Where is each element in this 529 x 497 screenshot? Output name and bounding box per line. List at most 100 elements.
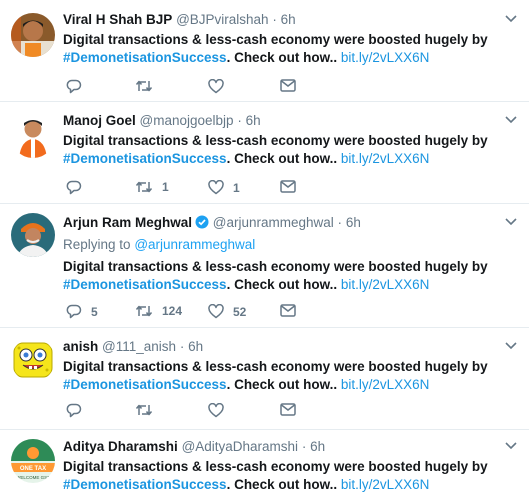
replying-to-label: Replying to xyxy=(63,237,131,252)
retweet-action[interactable]: 1 xyxy=(135,180,169,194)
reply-action[interactable] xyxy=(66,403,91,418)
retweet-icon[interactable] xyxy=(135,79,153,93)
reply-icon[interactable] xyxy=(66,304,82,319)
tweet[interactable]: Viral H Shah BJP @BJPviralshah · 6h Digi… xyxy=(0,0,529,102)
avatar[interactable] xyxy=(11,114,55,158)
tweet[interactable]: Arjun Ram Meghwal @arjunrammeghwal · 6h … xyxy=(0,204,529,328)
tweet-text-body: Digital transactions & less-cash economy… xyxy=(63,133,488,148)
retweet-action[interactable] xyxy=(135,403,162,417)
display-name[interactable]: Viral H Shah BJP xyxy=(63,12,172,27)
chevron-down-icon[interactable] xyxy=(505,116,517,124)
chevron-down-icon[interactable] xyxy=(505,342,517,350)
replying-to-handle[interactable]: @arjunrammeghwal xyxy=(134,237,255,252)
avatar[interactable]: ONE TAX WELCOME GST xyxy=(11,439,55,483)
message-action[interactable] xyxy=(280,79,296,92)
retweet-icon[interactable] xyxy=(135,403,153,417)
tweet[interactable]: Manoj Goel @manojgoelbjp · 6h Digital tr… xyxy=(0,102,529,204)
tweet-url-link[interactable]: bit.ly/2vLXX6N xyxy=(341,277,430,292)
tweet-text-tail: . Check out how.. xyxy=(226,377,338,392)
avatar-caption: ONE TAX xyxy=(20,466,46,472)
tweet-actions xyxy=(63,403,323,421)
message-action[interactable] xyxy=(280,403,296,416)
display-name[interactable]: anish xyxy=(63,339,98,354)
tweet-url-link[interactable]: bit.ly/2vLXX6N xyxy=(341,477,430,492)
tweet-actions xyxy=(63,79,323,97)
tweet-header: Manoj Goel @manojgoelbjp · 6h xyxy=(63,112,501,130)
tweet-url-link[interactable]: bit.ly/2vLXX6N xyxy=(341,50,430,65)
timestamp[interactable]: 6h xyxy=(188,339,203,354)
heart-icon[interactable] xyxy=(208,304,224,319)
retweet-action[interactable]: 124 xyxy=(135,304,182,318)
tweet-text-tail: . Check out how.. xyxy=(226,277,338,292)
message-action[interactable] xyxy=(280,180,296,193)
message-action[interactable] xyxy=(280,304,296,317)
hashtag-link[interactable]: #DemonetisationSuccess xyxy=(63,151,227,166)
separator-dot: · xyxy=(301,439,307,454)
tweet-url-link[interactable]: bit.ly/2vLXX6N xyxy=(341,151,430,166)
envelope-icon[interactable] xyxy=(280,403,296,416)
chevron-down-icon[interactable] xyxy=(505,15,517,23)
avatar[interactable] xyxy=(11,338,55,382)
username[interactable]: @arjunrammeghwal xyxy=(213,215,334,230)
heart-icon[interactable] xyxy=(208,403,224,418)
display-name[interactable]: Aditya Dharamshi xyxy=(63,439,178,454)
timestamp[interactable]: 6h xyxy=(281,12,296,27)
display-name[interactable]: Manoj Goel xyxy=(63,113,136,128)
separator-dot: · xyxy=(237,113,242,128)
tweet-header: Arjun Ram Meghwal @arjunrammeghwal · 6h xyxy=(63,214,501,232)
tweet-text-body: Digital transactions & less-cash economy… xyxy=(63,32,488,47)
envelope-icon[interactable] xyxy=(280,79,296,92)
hashtag-link[interactable]: #DemonetisationSuccess xyxy=(63,277,227,292)
like-action[interactable]: 1 xyxy=(208,180,240,195)
timestamp[interactable]: 6h xyxy=(310,439,325,454)
tweet-header: anish @111_anish · 6h xyxy=(63,338,501,356)
hashtag-link[interactable]: #DemonetisationSuccess xyxy=(63,50,227,65)
heart-icon[interactable] xyxy=(208,180,224,195)
tweet-text-body: Digital transactions & less-cash economy… xyxy=(63,459,488,474)
reply-icon[interactable] xyxy=(66,79,82,94)
like-action[interactable] xyxy=(208,403,233,418)
reply-action[interactable] xyxy=(66,79,91,94)
separator-dot: · xyxy=(337,215,343,230)
display-name[interactable]: Arjun Ram Meghwal xyxy=(63,215,192,230)
tweet-actions: 5 124 52 xyxy=(63,304,323,322)
retweet-action[interactable] xyxy=(135,79,162,93)
retweet-icon[interactable] xyxy=(135,180,153,194)
reply-icon[interactable] xyxy=(66,180,82,195)
tweet-url-link[interactable]: bit.ly/2vLXX6N xyxy=(341,377,430,392)
envelope-icon[interactable] xyxy=(280,180,296,193)
separator-dot: · xyxy=(179,339,185,354)
chevron-down-icon[interactable] xyxy=(505,442,517,450)
hashtag-link[interactable]: #DemonetisationSuccess xyxy=(63,477,227,492)
tweet-header: Aditya Dharamshi @AdityaDharamshi · 6h xyxy=(63,438,501,456)
avatar[interactable] xyxy=(11,213,55,257)
reply-action[interactable] xyxy=(66,180,91,195)
tweet[interactable]: anish @111_anish · 6h Digital transactio… xyxy=(0,328,529,430)
avatar[interactable] xyxy=(11,13,55,57)
envelope-icon[interactable] xyxy=(280,304,296,317)
like-count: 1 xyxy=(233,180,240,195)
timestamp[interactable]: 6h xyxy=(246,113,261,128)
tweet-header: Viral H Shah BJP @BJPviralshah · 6h xyxy=(63,11,501,29)
tweet[interactable]: ONE TAX WELCOME GST Aditya Dharamshi @Ad… xyxy=(0,430,529,497)
retweet-icon[interactable] xyxy=(135,304,153,318)
chevron-down-icon[interactable] xyxy=(505,218,517,226)
retweet-count: 124 xyxy=(162,304,183,318)
like-action[interactable] xyxy=(208,79,233,94)
reply-action[interactable]: 5 xyxy=(66,304,98,319)
username[interactable]: @AdityaDharamshi xyxy=(182,439,299,454)
avatar-caption-small: WELCOME GST xyxy=(16,475,50,480)
hashtag-link[interactable]: #DemonetisationSuccess xyxy=(63,377,227,392)
like-action[interactable]: 52 xyxy=(208,304,246,319)
tweet-text: Digital transactions & less-cash economy… xyxy=(63,132,501,168)
tweet-text-body: Digital transactions & less-cash economy… xyxy=(63,359,488,374)
tweet-text-tail: . Check out how.. xyxy=(226,50,338,65)
tweet-text: Digital transactions & less-cash economy… xyxy=(63,458,501,494)
tweet-text: Digital transactions & less-cash economy… xyxy=(63,358,501,394)
username[interactable]: @111_anish xyxy=(102,339,176,354)
heart-icon[interactable] xyxy=(208,79,224,94)
username[interactable]: @manojgoelbjp xyxy=(140,113,234,128)
timestamp[interactable]: 6h xyxy=(346,215,361,230)
username[interactable]: @BJPviralshah xyxy=(176,12,269,27)
reply-icon[interactable] xyxy=(66,403,82,418)
